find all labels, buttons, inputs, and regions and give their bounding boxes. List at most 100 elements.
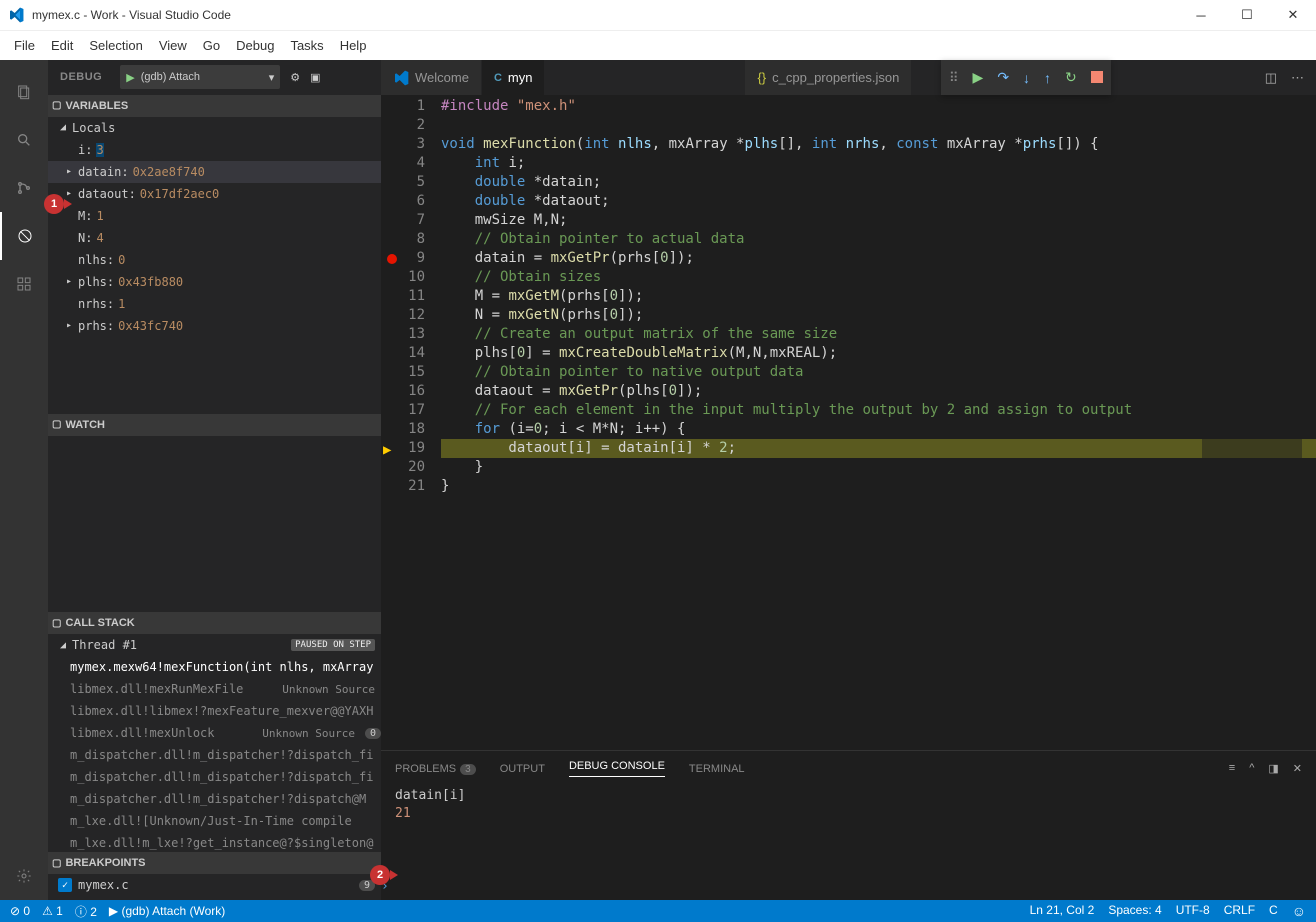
source-control-icon[interactable]: [0, 164, 48, 212]
status-eol[interactable]: CRLF: [1224, 903, 1255, 919]
title-bar: mymex.c - Work - Visual Studio Code ─ ☐ …: [0, 0, 1316, 30]
stack-frame[interactable]: m_lxe.dll![Unknown/Just-In-Time compile: [48, 810, 381, 832]
maximize-button[interactable]: ☐: [1224, 0, 1270, 30]
variable-row[interactable]: ▸dataout: 0x17df2aec0: [48, 183, 381, 205]
variable-row[interactable]: nrhs: 1: [48, 293, 381, 315]
panel-tab-terminal[interactable]: TERMINAL: [689, 763, 745, 775]
paused-badge: PAUSED ON STEP: [291, 639, 375, 651]
menu-selection[interactable]: Selection: [81, 38, 150, 53]
panel-tab-problems[interactable]: PROBLEMS3: [395, 763, 476, 775]
breakpoints-section[interactable]: ▢BREAKPOINTS: [48, 852, 381, 874]
status-ln-col[interactable]: Ln 21, Col 2: [1030, 903, 1095, 919]
extensions-icon[interactable]: [0, 260, 48, 308]
chevron-down-icon: ▾: [269, 71, 275, 84]
debug-config-select[interactable]: ▶ (gdb) Attach ▾: [120, 65, 280, 89]
debug-console-icon[interactable]: ▣: [310, 71, 320, 84]
tab-json-file[interactable]: {} c_cpp_properties.json: [745, 60, 912, 95]
step-out-icon[interactable]: ↑: [1044, 70, 1051, 86]
watch-section[interactable]: ▢WATCH: [48, 414, 381, 436]
feedback-icon[interactable]: ☺: [1292, 903, 1306, 919]
breakpoint-icon[interactable]: [387, 254, 397, 264]
maximize-panel-icon[interactable]: ◨: [1268, 762, 1278, 775]
menu-tasks[interactable]: Tasks: [282, 38, 331, 53]
search-icon[interactable]: [0, 116, 48, 164]
variable-row[interactable]: nlhs: 0: [48, 249, 381, 271]
status-warnings[interactable]: ⚠ 1: [42, 904, 63, 918]
status-language[interactable]: C: [1269, 903, 1278, 919]
stack-frame[interactable]: m_dispatcher.dll!m_dispatcher!?dispatch_…: [48, 744, 381, 766]
locals-group[interactable]: ◢Locals: [48, 117, 381, 139]
debug-toolbar: ⠿ ▶ ↷ ↓ ↑ ↻: [941, 60, 1111, 95]
more-actions-icon[interactable]: ⋯: [1291, 70, 1304, 86]
close-panel-icon[interactable]: ✕: [1293, 762, 1302, 775]
menu-view[interactable]: View: [151, 38, 195, 53]
close-button[interactable]: ✕: [1270, 0, 1316, 30]
start-debug-icon[interactable]: ▶: [126, 71, 134, 84]
status-bar: ⊘ 0 ⚠ 1 ⓘ 2 ▶ (gdb) Attach (Work) Ln 21,…: [0, 900, 1316, 922]
debug-console-body[interactable]: datain[i] 21 ›: [381, 786, 1316, 900]
activity-bar: [0, 60, 48, 900]
explorer-icon[interactable]: [0, 68, 48, 116]
vscode-icon: [8, 7, 24, 23]
json-file-icon: {}: [757, 70, 766, 85]
stop-icon[interactable]: [1091, 70, 1103, 86]
restart-icon[interactable]: ↻: [1065, 69, 1077, 86]
window-title: mymex.c - Work - Visual Studio Code: [32, 8, 1178, 22]
status-encoding[interactable]: UTF-8: [1176, 903, 1210, 919]
debug-sidebar: DEBUG ▶ (gdb) Attach ▾ ⚙ ▣ ▢VARIABLES ◢L…: [48, 60, 381, 900]
checkbox-icon[interactable]: ✓: [58, 878, 72, 892]
status-debug-process[interactable]: ▶ (gdb) Attach (Work): [109, 904, 225, 918]
menu-file[interactable]: File: [6, 38, 43, 53]
variables-section[interactable]: ▢VARIABLES: [48, 95, 381, 117]
debug-label: DEBUG: [60, 71, 102, 83]
bottom-panel: PROBLEMS3 OUTPUT DEBUG CONSOLE TERMINAL …: [381, 750, 1316, 900]
drag-handle-icon[interactable]: ⠿: [949, 70, 959, 86]
settings-gear-icon[interactable]: [0, 852, 48, 900]
panel-tab-debug-console[interactable]: DEBUG CONSOLE: [569, 760, 665, 777]
code-editor[interactable]: 12345678910111213141516171819▶2021 #incl…: [381, 95, 1316, 750]
step-into-icon[interactable]: ↓: [1023, 70, 1030, 86]
callstack-section[interactable]: ▢CALL STACK: [48, 612, 381, 634]
split-editor-icon[interactable]: ◫: [1265, 70, 1277, 86]
variable-row[interactable]: ▸plhs: 0x43fb880: [48, 271, 381, 293]
status-errors[interactable]: ⊘ 0: [10, 904, 30, 918]
stack-frame[interactable]: m_lxe.dll!m_lxe!?get_instance@?$singleto…: [48, 832, 381, 852]
editor-tabs: Welcome C myn {} c_cpp_properties.json ◫…: [381, 60, 1316, 95]
thread-row[interactable]: ◢Thread #1 PAUSED ON STEP: [48, 634, 381, 656]
variable-row[interactable]: M: 1: [48, 205, 381, 227]
collapse-panel-icon[interactable]: ^: [1249, 762, 1254, 775]
menu-help[interactable]: Help: [332, 38, 375, 53]
variable-row[interactable]: i: 3: [48, 139, 381, 161]
stack-frame[interactable]: m_dispatcher.dll!m_dispatcher!?dispatch@…: [48, 788, 381, 810]
variable-row[interactable]: N: 4: [48, 227, 381, 249]
status-info[interactable]: ⓘ 2: [75, 903, 97, 920]
menu-edit[interactable]: Edit: [43, 38, 81, 53]
stack-frame[interactable]: libmex.dll!mexRunMexFileUnknown Source: [48, 678, 381, 700]
panel-tab-output[interactable]: OUTPUT: [500, 763, 545, 775]
stack-frame[interactable]: m_dispatcher.dll!m_dispatcher!?dispatch_…: [48, 766, 381, 788]
stack-frame[interactable]: mymex.mexw64!mexFunction(int nlhs, mxArr…: [48, 656, 381, 678]
status-spaces[interactable]: Spaces: 4: [1108, 903, 1161, 919]
tab-active-file[interactable]: C myn: [482, 60, 546, 95]
tab-welcome[interactable]: Welcome: [381, 60, 482, 95]
stack-frame[interactable]: libmex.dll!libmex!?mexFeature_mexver@@YA…: [48, 700, 381, 722]
menu-bar: FileEditSelectionViewGoDebugTasksHelp: [0, 30, 1316, 60]
editor-area: Welcome C myn {} c_cpp_properties.json ◫…: [381, 60, 1316, 900]
callout-2: 2: [370, 865, 390, 885]
debug-settings-icon[interactable]: ⚙: [290, 71, 300, 84]
minimap[interactable]: [1202, 95, 1302, 750]
menu-go[interactable]: Go: [195, 38, 228, 53]
step-over-icon[interactable]: ↷: [997, 69, 1009, 86]
continue-icon[interactable]: ▶: [973, 69, 984, 86]
debug-icon[interactable]: [0, 212, 48, 260]
minimize-button[interactable]: ─: [1178, 0, 1224, 30]
callout-1: 1: [44, 194, 64, 214]
clear-console-icon[interactable]: ≡: [1229, 762, 1235, 775]
breakpoint-item[interactable]: ✓ mymex.c 9: [48, 874, 381, 896]
variable-row[interactable]: ▸prhs: 0x43fc740: [48, 315, 381, 337]
c-file-icon: C: [494, 72, 502, 84]
menu-debug[interactable]: Debug: [228, 38, 282, 53]
variable-row[interactable]: ▸datain: 0x2ae8f740: [48, 161, 381, 183]
debug-header: DEBUG ▶ (gdb) Attach ▾ ⚙ ▣: [48, 60, 381, 95]
stack-frame[interactable]: libmex.dll!mexUnlockUnknown Source0: [48, 722, 381, 744]
